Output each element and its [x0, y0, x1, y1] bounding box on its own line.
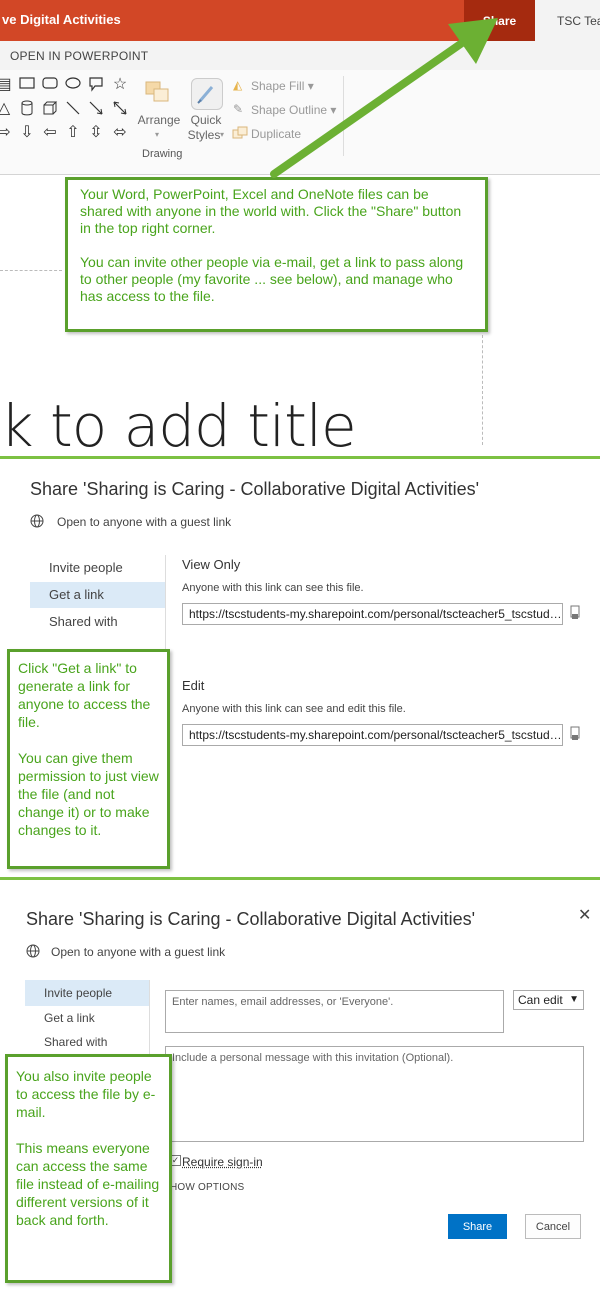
callout-text: You can invite other people via e-mail, … [80, 254, 464, 304]
user-account-tab[interactable]: TSC Teac [535, 0, 600, 41]
arrange-icon [144, 80, 172, 109]
guest-link-status[interactable]: Open to anyone with a guest link [51, 945, 225, 959]
textbox-shape-icon[interactable]: ▤ [0, 76, 14, 94]
drawing-group-label: Drawing [142, 148, 183, 160]
right-arrow-shape-icon[interactable]: ⇨ [0, 124, 14, 142]
callout-text: This means everyone can access the same … [16, 1140, 160, 1228]
arrow-line-shape-icon[interactable] [86, 100, 106, 118]
share-submit-button[interactable]: Share [448, 1214, 507, 1239]
section-divider [0, 456, 600, 459]
permission-value: Can edit [518, 993, 563, 1007]
personal-message-textarea[interactable]: Include a personal message with this inv… [165, 1046, 584, 1142]
pointer-arrow [270, 18, 498, 178]
duplicate-icon [232, 126, 248, 145]
arrange-dropdown-icon: ▾ [155, 130, 160, 139]
permission-select[interactable]: Can edit ▼ [513, 990, 584, 1010]
rounded-rectangle-shape-icon[interactable] [40, 76, 60, 94]
nav-invite-people[interactable]: Invite people [30, 555, 165, 581]
edit-description: Anyone with this link can see and edit t… [182, 703, 406, 715]
oval-shape-icon[interactable] [63, 76, 83, 94]
show-options-link[interactable]: HOW OPTIONS [170, 1182, 244, 1193]
quick-styles-label-2: Styles [187, 128, 221, 142]
pencil-icon: ✎ [233, 102, 244, 116]
section-divider [0, 877, 600, 880]
down-arrow-shape-icon[interactable]: ⇩ [17, 124, 37, 142]
nav-invite-people[interactable]: Invite people [25, 980, 149, 1006]
cancel-button[interactable]: Cancel [525, 1214, 581, 1239]
callout-get-a-link: Click "Get a link" to generate a link fo… [7, 649, 170, 869]
left-arrow-shape-icon[interactable]: ⇦ [40, 124, 60, 142]
quick-styles-dropdown-icon: ▾ [220, 130, 225, 139]
require-signin-label[interactable]: Require sign-in [182, 1155, 263, 1169]
nav-get-a-link[interactable]: Get a link [30, 582, 165, 608]
edit-heading: Edit [182, 678, 205, 693]
callout-share-intro: Your Word, PowerPoint, Excel and OneNote… [65, 177, 488, 332]
line-shape-icon[interactable] [63, 100, 83, 118]
dialog-title: Share 'Sharing is Caring - Collaborative… [26, 909, 476, 929]
callout-text: Click "Get a link" to generate a link fo… [18, 660, 151, 730]
callout-text: Your Word, PowerPoint, Excel and OneNote… [80, 186, 462, 236]
callout-text: You also invite people to access the fil… [16, 1068, 156, 1120]
dialog-title: Share 'Sharing is Caring - Collaborative… [30, 479, 480, 499]
double-arrow-line-shape-icon[interactable] [110, 100, 130, 118]
triangle-shape-icon[interactable]: △ [0, 100, 14, 118]
chevron-down-icon: ▼ [569, 994, 579, 1005]
speech-bubble-shape-icon[interactable] [86, 76, 106, 94]
nav-get-a-link[interactable]: Get a link [25, 1005, 149, 1031]
quick-styles-icon [191, 78, 223, 110]
document-title: ve Digital Activities [2, 12, 121, 27]
cylinder-shape-icon[interactable] [17, 100, 37, 118]
guest-link-status[interactable]: Open to anyone with a guest link [57, 515, 231, 529]
nav-divider [149, 980, 150, 1056]
view-only-link-field[interactable]: https://tscstudents-my.sharepoint.com/pe… [182, 603, 563, 625]
left-right-arrow-shape-icon[interactable]: ⬄ [110, 124, 130, 142]
up-down-arrow-shape-icon[interactable]: ⇳ [86, 124, 106, 142]
invite-names-input[interactable]: Enter names, email addresses, or 'Everyo… [165, 990, 504, 1033]
paint-bucket-icon: ◭ [233, 78, 243, 92]
shapes-gallery[interactable]: ▤ ☆ △ ⇨ ⇩ ⇦ ⇧ ⇳ ⬄ [0, 76, 134, 146]
up-arrow-shape-icon[interactable]: ⇧ [63, 124, 83, 142]
open-in-powerpoint-button[interactable]: OPEN IN POWERPOINT [10, 49, 148, 63]
cube-shape-icon[interactable] [40, 100, 60, 118]
placeholder-border [0, 270, 62, 272]
slide-title-placeholder[interactable]: k to add title [0, 392, 357, 460]
nav-shared-with[interactable]: Shared with [30, 609, 165, 635]
nav-shared-with[interactable]: Shared with [25, 1029, 149, 1055]
view-only-heading: View Only [182, 557, 241, 572]
copy-link-icon[interactable] [569, 605, 581, 619]
close-icon[interactable]: ✕ [578, 905, 591, 925]
globe-icon [30, 514, 44, 533]
nav-divider [165, 555, 166, 655]
edit-link-field[interactable]: https://tscstudents-my.sharepoint.com/pe… [182, 724, 563, 746]
placeholder-border-right [482, 335, 484, 445]
arrange-button[interactable]: Arrange [137, 113, 181, 127]
callout-text: You can give them permission to just vie… [18, 750, 159, 838]
globe-icon [26, 944, 40, 963]
rectangle-shape-icon[interactable] [17, 76, 37, 94]
star-shape-icon[interactable]: ☆ [110, 76, 130, 94]
callout-invite-people: You also invite people to access the fil… [5, 1054, 172, 1283]
quick-styles-button[interactable]: Quick [184, 113, 228, 127]
view-only-description: Anyone with this link can see this file. [182, 582, 364, 594]
copy-link-icon[interactable] [569, 726, 581, 740]
